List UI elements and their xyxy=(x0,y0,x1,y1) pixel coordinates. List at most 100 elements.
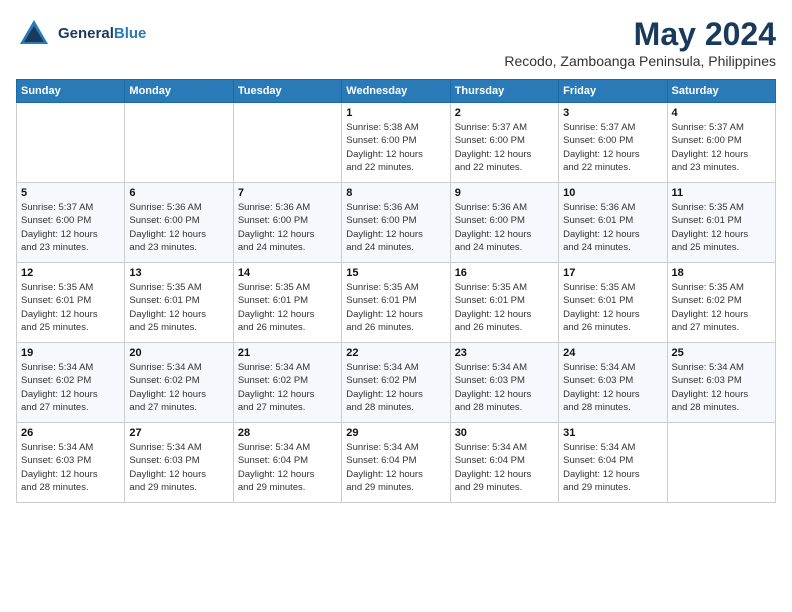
day-info: Sunrise: 5:35 AM Sunset: 6:01 PM Dayligh… xyxy=(21,281,120,334)
calendar-cell: 4 Sunrise: 5:37 AM Sunset: 6:00 PM Daylig… xyxy=(667,103,775,183)
day-number: 29 xyxy=(346,427,445,439)
day-number: 24 xyxy=(563,347,662,359)
day-info: Sunrise: 5:37 AM Sunset: 6:00 PM Dayligh… xyxy=(21,201,120,254)
calendar-header-row: SundayMondayTuesdayWednesdayThursdayFrid… xyxy=(17,80,776,103)
calendar-cell: 21 Sunrise: 5:34 AM Sunset: 6:02 PM Dayli… xyxy=(233,343,341,423)
day-number: 11 xyxy=(672,187,771,199)
calendar-cell: 1 Sunrise: 5:38 AM Sunset: 6:00 PM Daylig… xyxy=(342,103,450,183)
calendar-cell: 13 Sunrise: 5:35 AM Sunset: 6:01 PM Dayli… xyxy=(125,263,233,343)
day-info: Sunrise: 5:35 AM Sunset: 6:01 PM Dayligh… xyxy=(238,281,337,334)
weekday-header: Wednesday xyxy=(342,80,450,103)
day-number: 21 xyxy=(238,347,337,359)
calendar-cell xyxy=(125,103,233,183)
calendar-week-row: 12Sunrise: 5:35 AM Sunset: 6:01 PM Dayli… xyxy=(17,263,776,343)
weekday-header: Friday xyxy=(559,80,667,103)
day-number: 2 xyxy=(455,107,554,119)
day-info: Sunrise: 5:36 AM Sunset: 6:00 PM Dayligh… xyxy=(346,201,445,254)
day-number: 14 xyxy=(238,267,337,279)
day-info: Sunrise: 5:34 AM Sunset: 6:04 PM Dayligh… xyxy=(563,441,662,494)
calendar-cell: 24 Sunrise: 5:34 AM Sunset: 6:03 PM Dayli… xyxy=(559,343,667,423)
calendar-cell: 2Sunrise: 5:37 AM Sunset: 6:00 PM Daylig… xyxy=(450,103,558,183)
day-info: Sunrise: 5:35 AM Sunset: 6:01 PM Dayligh… xyxy=(346,281,445,334)
day-info: Sunrise: 5:34 AM Sunset: 6:02 PM Dayligh… xyxy=(21,361,120,414)
day-info: Sunrise: 5:38 AM Sunset: 6:00 PM Dayligh… xyxy=(346,121,445,174)
day-info: Sunrise: 5:34 AM Sunset: 6:02 PM Dayligh… xyxy=(346,361,445,414)
day-info: Sunrise: 5:36 AM Sunset: 6:00 PM Dayligh… xyxy=(129,201,228,254)
day-info: Sunrise: 5:35 AM Sunset: 6:01 PM Dayligh… xyxy=(563,281,662,334)
calendar-cell xyxy=(17,103,125,183)
weekday-header: Tuesday xyxy=(233,80,341,103)
day-info: Sunrise: 5:34 AM Sunset: 6:03 PM Dayligh… xyxy=(455,361,554,414)
calendar-week-row: 5Sunrise: 5:37 AM Sunset: 6:00 PM Daylig… xyxy=(17,183,776,263)
day-info: Sunrise: 5:35 AM Sunset: 6:01 PM Dayligh… xyxy=(672,201,771,254)
calendar-cell: 27Sunrise: 5:34 AM Sunset: 6:03 PM Dayli… xyxy=(125,423,233,503)
day-info: Sunrise: 5:34 AM Sunset: 6:03 PM Dayligh… xyxy=(21,441,120,494)
day-number: 23 xyxy=(455,347,554,359)
day-info: Sunrise: 5:36 AM Sunset: 6:00 PM Dayligh… xyxy=(238,201,337,254)
calendar-cell: 6 Sunrise: 5:36 AM Sunset: 6:00 PM Daylig… xyxy=(125,183,233,263)
calendar-cell: 23 Sunrise: 5:34 AM Sunset: 6:03 PM Dayli… xyxy=(450,343,558,423)
day-number: 10 xyxy=(563,187,662,199)
day-number: 13 xyxy=(129,267,228,279)
calendar-week-row: 19Sunrise: 5:34 AM Sunset: 6:02 PM Dayli… xyxy=(17,343,776,423)
location: Recodo, Zamboanga Peninsula, Philippines xyxy=(504,53,776,69)
calendar-cell: 19Sunrise: 5:34 AM Sunset: 6:02 PM Dayli… xyxy=(17,343,125,423)
day-number: 8 xyxy=(346,187,445,199)
weekday-header: Sunday xyxy=(17,80,125,103)
calendar-week-row: 1 Sunrise: 5:38 AM Sunset: 6:00 PM Daylig… xyxy=(17,103,776,183)
calendar-cell: 14 Sunrise: 5:35 AM Sunset: 6:01 PM Dayli… xyxy=(233,263,341,343)
calendar-cell: 7 Sunrise: 5:36 AM Sunset: 6:00 PM Daylig… xyxy=(233,183,341,263)
day-number: 7 xyxy=(238,187,337,199)
day-info: Sunrise: 5:35 AM Sunset: 6:01 PM Dayligh… xyxy=(129,281,228,334)
day-number: 6 xyxy=(129,187,228,199)
calendar-cell: 9 Sunrise: 5:36 AM Sunset: 6:00 PM Daylig… xyxy=(450,183,558,263)
weekday-header: Saturday xyxy=(667,80,775,103)
day-info: Sunrise: 5:34 AM Sunset: 6:03 PM Dayligh… xyxy=(672,361,771,414)
calendar-cell: 5Sunrise: 5:37 AM Sunset: 6:00 PM Daylig… xyxy=(17,183,125,263)
calendar-cell: 17 Sunrise: 5:35 AM Sunset: 6:01 PM Dayli… xyxy=(559,263,667,343)
day-number: 9 xyxy=(455,187,554,199)
calendar-cell: 31 Sunrise: 5:34 AM Sunset: 6:04 PM Dayli… xyxy=(559,423,667,503)
day-info: Sunrise: 5:35 AM Sunset: 6:01 PM Dayligh… xyxy=(455,281,554,334)
calendar-cell: 12Sunrise: 5:35 AM Sunset: 6:01 PM Dayli… xyxy=(17,263,125,343)
day-number: 4 xyxy=(672,107,771,119)
calendar-cell: 3Sunrise: 5:37 AM Sunset: 6:00 PM Daylig… xyxy=(559,103,667,183)
day-number: 15 xyxy=(346,267,445,279)
day-number: 26 xyxy=(21,427,120,439)
calendar-cell: 20Sunrise: 5:34 AM Sunset: 6:02 PM Dayli… xyxy=(125,343,233,423)
logo-icon xyxy=(16,16,52,52)
day-info: Sunrise: 5:34 AM Sunset: 6:04 PM Dayligh… xyxy=(238,441,337,494)
day-info: Sunrise: 5:34 AM Sunset: 6:04 PM Dayligh… xyxy=(346,441,445,494)
calendar-cell: 16 Sunrise: 5:35 AM Sunset: 6:01 PM Dayli… xyxy=(450,263,558,343)
calendar-cell: 15 Sunrise: 5:35 AM Sunset: 6:01 PM Dayli… xyxy=(342,263,450,343)
day-number: 28 xyxy=(238,427,337,439)
day-number: 30 xyxy=(455,427,554,439)
day-info: Sunrise: 5:34 AM Sunset: 6:03 PM Dayligh… xyxy=(129,441,228,494)
page-header: GeneralBlue May 2024 Recodo, Zamboanga P… xyxy=(16,16,776,69)
logo-text: GeneralBlue xyxy=(58,25,146,43)
day-number: 31 xyxy=(563,427,662,439)
day-number: 18 xyxy=(672,267,771,279)
day-info: Sunrise: 5:36 AM Sunset: 6:00 PM Dayligh… xyxy=(455,201,554,254)
day-info: Sunrise: 5:36 AM Sunset: 6:01 PM Dayligh… xyxy=(563,201,662,254)
calendar-cell: 22 Sunrise: 5:34 AM Sunset: 6:02 PM Dayli… xyxy=(342,343,450,423)
day-number: 17 xyxy=(563,267,662,279)
calendar: SundayMondayTuesdayWednesdayThursdayFrid… xyxy=(16,79,776,503)
day-info: Sunrise: 5:34 AM Sunset: 6:04 PM Dayligh… xyxy=(455,441,554,494)
calendar-cell: 30 Sunrise: 5:34 AM Sunset: 6:04 PM Dayli… xyxy=(450,423,558,503)
day-info: Sunrise: 5:34 AM Sunset: 6:03 PM Dayligh… xyxy=(563,361,662,414)
calendar-cell xyxy=(667,423,775,503)
weekday-header: Monday xyxy=(125,80,233,103)
day-info: Sunrise: 5:34 AM Sunset: 6:02 PM Dayligh… xyxy=(238,361,337,414)
day-info: Sunrise: 5:34 AM Sunset: 6:02 PM Dayligh… xyxy=(129,361,228,414)
title-block: May 2024 Recodo, Zamboanga Peninsula, Ph… xyxy=(504,16,776,69)
calendar-cell: 18Sunrise: 5:35 AM Sunset: 6:02 PM Dayli… xyxy=(667,263,775,343)
calendar-cell: 8 Sunrise: 5:36 AM Sunset: 6:00 PM Daylig… xyxy=(342,183,450,263)
day-number: 22 xyxy=(346,347,445,359)
day-number: 1 xyxy=(346,107,445,119)
day-info: Sunrise: 5:37 AM Sunset: 6:00 PM Dayligh… xyxy=(672,121,771,174)
calendar-cell: 11 Sunrise: 5:35 AM Sunset: 6:01 PM Dayli… xyxy=(667,183,775,263)
calendar-cell: 29 Sunrise: 5:34 AM Sunset: 6:04 PM Dayli… xyxy=(342,423,450,503)
day-number: 16 xyxy=(455,267,554,279)
calendar-week-row: 26 Sunrise: 5:34 AM Sunset: 6:03 PM Dayli… xyxy=(17,423,776,503)
